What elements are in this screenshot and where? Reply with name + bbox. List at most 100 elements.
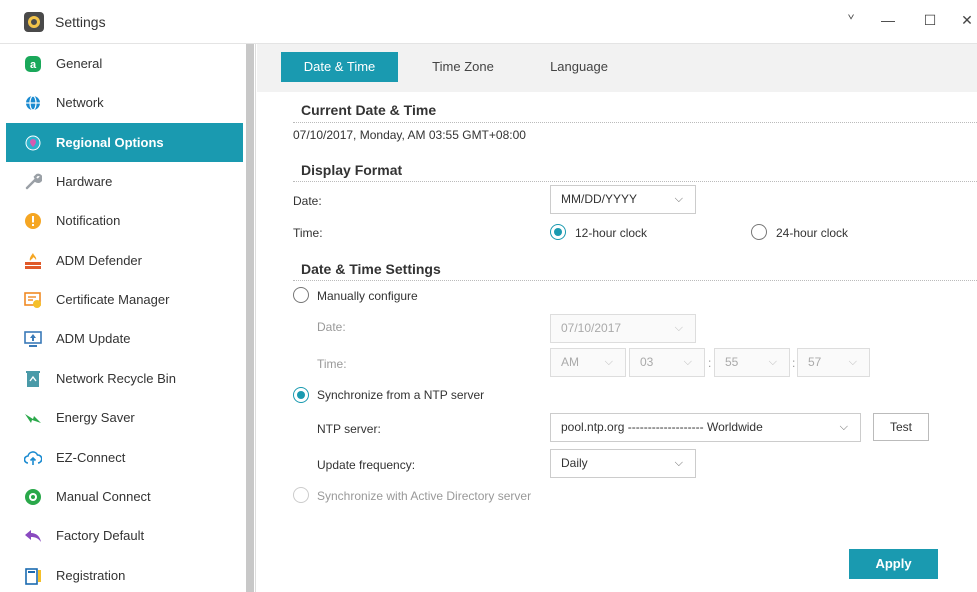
- time-separator: :: [792, 356, 796, 370]
- chevron-down-icon: ⌵: [674, 193, 683, 205]
- recycle-bin-icon: [26, 371, 40, 387]
- date-time-settings-heading: Date & Time Settings: [301, 261, 441, 277]
- sidebar-item-certificate-manager[interactable]: Certificate Manager: [6, 280, 243, 319]
- radio-ntp-server-label[interactable]: Synchronize from a NTP server: [317, 388, 484, 402]
- manual-time-label: Time:: [317, 357, 347, 371]
- display-format-heading: Display Format: [301, 162, 403, 178]
- manual-date-label: Date:: [317, 320, 346, 334]
- title-bar: Settings ᘁ — ☐ ✕: [0, 0, 977, 44]
- divider: [293, 280, 977, 281]
- maximize-button[interactable]: ☐: [920, 10, 940, 30]
- chevron-down-icon: ⌵: [674, 322, 683, 334]
- main-panel: Date & Time Time Zone Language Current D…: [257, 44, 977, 592]
- sidebar-item-label: Factory Default: [56, 528, 145, 543]
- alert-icon: [25, 213, 41, 229]
- tab-bar: Date & Time Time Zone Language: [257, 44, 977, 92]
- current-date-time-heading: Current Date & Time: [301, 102, 437, 118]
- sidebar-item-label: General: [56, 56, 103, 71]
- sidebar-scrollbar-thumb[interactable]: [246, 44, 254, 592]
- minimize-button[interactable]: —: [878, 10, 898, 30]
- sidebar-item-manual-connect[interactable]: Manual Connect: [6, 477, 243, 516]
- sidebar-item-network-recycle-bin[interactable]: Network Recycle Bin: [6, 359, 243, 398]
- ntp-server-select[interactable]: pool.ntp.org ------------------- Worldwi…: [550, 413, 861, 442]
- date-format-label: Date:: [293, 194, 322, 208]
- radio-manual-configure-label[interactable]: Manually configure: [317, 289, 418, 303]
- radio-12-hour[interactable]: [550, 224, 566, 240]
- chevron-down-icon: ⌵: [839, 421, 848, 433]
- tab-language[interactable]: Language: [537, 52, 621, 82]
- sidebar-item-label: ADM Defender: [56, 253, 142, 268]
- radio-manual-configure[interactable]: [293, 287, 309, 303]
- radio-active-directory-label[interactable]: Synchronize with Active Directory server: [317, 489, 531, 503]
- connect-icon: [25, 489, 41, 505]
- sidebar-item-adm-defender[interactable]: ADM Defender: [6, 241, 243, 280]
- minute-select[interactable]: 55 ⌵: [714, 348, 790, 377]
- sidebar-scrollbar[interactable]: [244, 44, 256, 592]
- sidebar-item-ez-connect[interactable]: EZ-Connect: [6, 438, 243, 477]
- radio-active-directory[interactable]: [293, 487, 309, 503]
- sidebar-item-energy-saver[interactable]: Energy Saver: [6, 398, 243, 437]
- second-select[interactable]: 57 ⌵: [797, 348, 870, 377]
- sidebar-item-label: EZ-Connect: [56, 450, 126, 465]
- sidebar-item-factory-default[interactable]: Factory Default: [6, 516, 243, 555]
- ampm-value: AM: [561, 355, 579, 369]
- sidebar-item-notification[interactable]: Notification: [6, 201, 243, 240]
- apply-button[interactable]: Apply: [849, 549, 938, 579]
- chevron-down-icon: ⌵: [683, 356, 692, 368]
- time-format-label: Time:: [293, 226, 323, 240]
- ntp-server-label: NTP server:: [317, 422, 381, 436]
- certificate-icon: [24, 292, 41, 308]
- current-date-time-value: 07/10/2017, Monday, AM 03:55 GMT+08:00: [293, 128, 526, 142]
- date-format-select[interactable]: MM/DD/YYYY ⌵: [550, 185, 696, 214]
- sidebar-item-network[interactable]: Network: [6, 83, 243, 122]
- location-icon: [25, 135, 41, 151]
- minute-value: 55: [725, 355, 739, 369]
- test-button[interactable]: Test: [873, 413, 929, 441]
- sidebar-item-label: Regional Options: [56, 135, 164, 150]
- sidebar-item-registration[interactable]: Registration: [6, 556, 243, 592]
- sidebar-item-regional-options[interactable]: Regional Options: [6, 123, 243, 162]
- undo-icon: [25, 530, 41, 542]
- sidebar-item-label: Hardware: [56, 174, 113, 189]
- sidebar-item-label: Registration: [56, 568, 126, 583]
- sidebar-item-label: Certificate Manager: [56, 292, 170, 307]
- sidebar-item-label: Network: [56, 95, 104, 110]
- window-title: Settings: [55, 14, 106, 30]
- ntp-server-value: pool.ntp.org ------------------- Worldwi…: [561, 420, 763, 434]
- settings-app-icon: [24, 12, 44, 32]
- date-format-value: MM/DD/YYYY: [561, 192, 638, 206]
- tab-time-zone[interactable]: Time Zone: [417, 52, 509, 82]
- radio-24-hour-label[interactable]: 24-hour clock: [776, 226, 848, 240]
- tab-date-time[interactable]: Date & Time: [281, 52, 398, 82]
- radio-24-hour[interactable]: [751, 224, 767, 240]
- radio-ntp-server[interactable]: [293, 387, 309, 403]
- manual-date-select[interactable]: 07/10/2017 ⌵: [550, 314, 696, 343]
- wrench-icon: [25, 173, 42, 190]
- svg-text:a: a: [30, 59, 37, 71]
- sidebar-item-label: Network Recycle Bin: [56, 371, 176, 386]
- manual-date-value: 07/10/2017: [561, 321, 622, 335]
- update-frequency-select[interactable]: Daily ⌵: [550, 449, 696, 478]
- chevron-down-icon: ⌵: [848, 356, 857, 368]
- registration-icon: [25, 568, 41, 585]
- pin-icon[interactable]: ᘁ: [841, 10, 861, 30]
- firewall-icon: [25, 253, 41, 269]
- radio-12-hour-label[interactable]: 12-hour clock: [575, 226, 647, 240]
- divider: [293, 122, 977, 123]
- update-frequency-value: Daily: [561, 456, 588, 470]
- update-icon: [24, 331, 42, 347]
- sidebar: a General Network Regional Options Hardw…: [6, 44, 244, 592]
- chevron-down-icon: ⌵: [674, 457, 683, 469]
- hour-select[interactable]: 03 ⌵: [629, 348, 705, 377]
- general-icon: a: [25, 56, 41, 72]
- sidebar-item-general[interactable]: a General: [6, 44, 243, 83]
- sidebar-item-adm-update[interactable]: ADM Update: [6, 319, 243, 358]
- sidebar-item-label: Manual Connect: [56, 489, 151, 504]
- close-button[interactable]: ✕: [957, 10, 977, 30]
- sidebar-item-hardware[interactable]: Hardware: [6, 162, 243, 201]
- sidebar-item-label: Energy Saver: [56, 410, 135, 425]
- energy-icon: [25, 414, 41, 423]
- ampm-select[interactable]: AM ⌵: [550, 348, 626, 377]
- cloud-upload-icon: [24, 451, 42, 465]
- time-separator: :: [708, 356, 712, 370]
